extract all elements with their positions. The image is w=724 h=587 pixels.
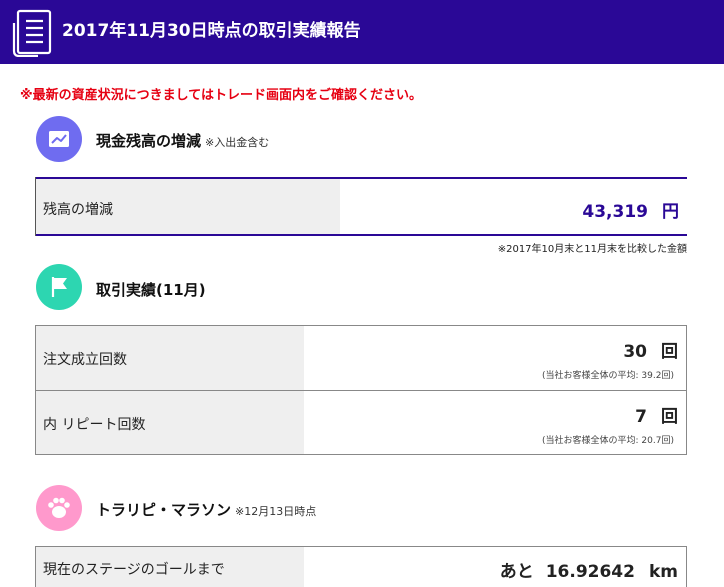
cash-table: 残高の増減 43,319 円 xyxy=(35,177,687,236)
marathon-table: 現在のステージのゴールまで あと 16.92642 km xyxy=(35,546,687,587)
marathon-section-title: トラリピ・マラソン ※12月13日時点 xyxy=(96,500,316,522)
orders-executed-average: (当社お客様全体の平均: 39.2回) xyxy=(542,371,674,381)
goal-distance-prefix: あと xyxy=(499,562,534,582)
row-label-cell: 現在のステージのゴールまで xyxy=(36,547,304,587)
repeat-count-average: (当社お客様全体の平均: 20.7回) xyxy=(542,436,674,446)
row-label-cell: 注文成立回数 xyxy=(36,326,304,390)
row-label-cell: 内 リピート回数 xyxy=(36,391,304,454)
count-unit: 回 xyxy=(661,407,678,427)
table-row: 注文成立回数 30 回 (当社お客様全体の平均: 39.2回) xyxy=(36,325,686,390)
report-header: 2017年11月30日時点の取引実績報告 xyxy=(0,0,724,64)
trade-section-title: 取引実績(11月) xyxy=(96,281,206,299)
flag-icon xyxy=(36,264,82,310)
asset-status-notice: ※最新の資産状況につきましてはトレード画面内をご確認ください。 xyxy=(20,88,422,103)
page-title: 2017年11月30日時点の取引実績報告 xyxy=(62,21,361,41)
yen-unit: 円 xyxy=(662,202,679,222)
repeat-count-value: 7回 xyxy=(635,402,678,427)
trade-table: 注文成立回数 30 回 (当社お客様全体の平均: 39.2回) 内 リピート回数 … xyxy=(35,325,687,455)
km-unit: km xyxy=(648,562,678,582)
comparison-note: ※2017年10月末と11月末を比較した金額 xyxy=(497,244,687,255)
orders-executed-label: 注文成立回数 xyxy=(43,352,127,368)
count-unit: 回 xyxy=(661,342,678,362)
marathon-section-title-text: トラリピ・マラソン xyxy=(96,501,232,519)
orders-executed-value: 30 回 xyxy=(623,337,678,362)
balance-change-value: 43,319 円 xyxy=(582,197,679,222)
goal-distance-number: 16.92642 xyxy=(545,562,635,582)
marathon-section-subtitle: ※12月13日時点 xyxy=(235,505,317,518)
table-row: 現在のステージのゴールまで あと 16.92642 km xyxy=(36,546,686,587)
balance-change-label: 残高の増減 xyxy=(43,202,113,218)
cash-section-title-text: 現金残高の増減 xyxy=(96,132,202,150)
paw-icon xyxy=(36,485,82,531)
table-row: 内 リピート回数 7回 (当社お客様全体の平均: 20.7回) xyxy=(36,390,686,455)
goal-distance-label: 現在のステージのゴールまで xyxy=(43,562,225,578)
cash-section-title: 現金残高の増減 ※入出金含む xyxy=(96,131,269,153)
repeat-count-label: 内 リピート回数 xyxy=(43,417,146,433)
table-row: 残高の増減 43,319 円 xyxy=(36,177,687,236)
row-label-cell: 残高の増減 xyxy=(36,179,340,234)
balance-change-amount: 43,319 xyxy=(582,202,648,222)
orders-executed-count: 30 xyxy=(623,342,647,362)
repeat-count: 7 xyxy=(635,407,647,427)
trend-chart-icon xyxy=(36,116,82,162)
cash-section-subtitle: ※入出金含む xyxy=(205,136,270,149)
report-list-icon xyxy=(10,9,54,58)
goal-distance-value: あと 16.92642 km xyxy=(500,557,678,582)
